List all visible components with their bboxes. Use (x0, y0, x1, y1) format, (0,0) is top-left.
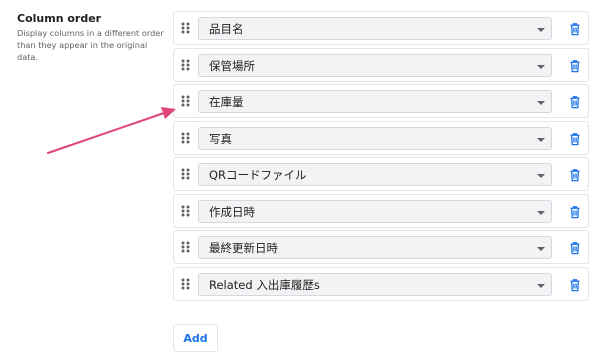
chevron-down-icon (536, 283, 546, 289)
chevron-down-icon (536, 210, 546, 216)
column-select-value: 品目名 (209, 22, 244, 36)
column-select-value: Related 入出庫履歴s (209, 277, 320, 292)
column-order-section-header: Column order Display columns in a differ… (17, 12, 167, 63)
trash-icon[interactable] (569, 59, 581, 73)
column-select-value: 写真 (209, 131, 232, 146)
column-select[interactable]: QRコードファイル (198, 163, 552, 186)
drag-handle-icon[interactable] (180, 21, 192, 35)
column-select-value: 最終更新日時 (209, 241, 278, 255)
trash-icon[interactable] (569, 95, 581, 109)
column-select-value: QRコードファイル (209, 168, 307, 182)
chevron-down-icon (536, 173, 546, 179)
chevron-down-icon (536, 137, 546, 143)
trash-icon[interactable] (569, 205, 581, 219)
trash-icon[interactable] (569, 278, 581, 292)
drag-handle-icon[interactable] (180, 167, 192, 181)
column-select[interactable]: Related 入出庫履歴s (198, 272, 552, 296)
chevron-down-icon (536, 64, 546, 70)
column-row: 品目名 (173, 11, 589, 45)
column-row: 最終更新日時 (173, 230, 589, 264)
column-row: 作成日時 (173, 193, 589, 228)
column-select[interactable]: 写真 (198, 126, 552, 150)
chevron-down-icon (536, 27, 546, 33)
drag-handle-icon[interactable] (180, 94, 192, 108)
column-row: Related 入出庫履歴s (173, 266, 589, 301)
section-description: Display columns in a different order tha… (17, 28, 164, 62)
trash-icon[interactable] (569, 132, 581, 146)
column-select-value: 作成日時 (209, 204, 255, 219)
column-select-value: 在庫量 (209, 95, 244, 109)
trash-icon[interactable] (569, 241, 581, 255)
column-select-value: 保管場所 (209, 58, 255, 73)
drag-handle-icon[interactable] (180, 277, 192, 291)
drag-handle-icon[interactable] (180, 58, 192, 72)
drag-handle-icon[interactable] (180, 240, 192, 254)
column-row: 写真 (173, 120, 589, 155)
add-column-button[interactable]: Add (173, 324, 218, 352)
section-title: Column order (17, 12, 102, 25)
column-select[interactable]: 品目名 (198, 17, 552, 40)
drag-handle-icon[interactable] (180, 204, 192, 218)
column-select[interactable]: 最終更新日時 (198, 236, 552, 259)
trash-icon[interactable] (569, 22, 581, 36)
column-row: QRコードファイル (173, 157, 589, 191)
trash-icon[interactable] (569, 168, 581, 182)
column-row: 保管場所 (173, 47, 589, 82)
column-select[interactable]: 保管場所 (198, 53, 552, 77)
drag-handle-icon[interactable] (180, 131, 192, 145)
chevron-down-icon (536, 246, 546, 252)
column-list: 品目名 保管場所 在庫量 写真 QRコードファイル 作成日時 最終更新日時 Re… (173, 11, 589, 303)
column-select[interactable]: 作成日時 (198, 199, 552, 223)
chevron-down-icon (536, 100, 546, 106)
column-select[interactable]: 在庫量 (198, 90, 552, 113)
column-row: 在庫量 (173, 84, 589, 118)
